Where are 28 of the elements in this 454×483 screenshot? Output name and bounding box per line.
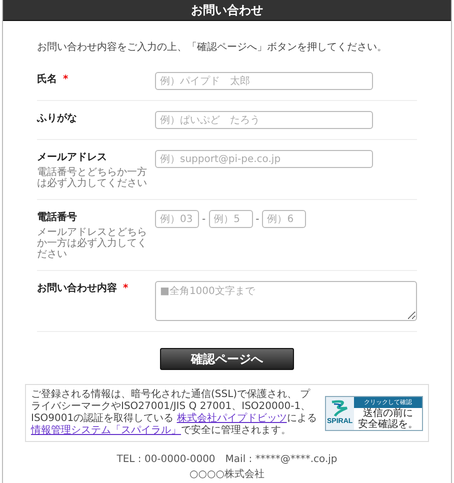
page-title: お問い合わせ	[3, 0, 451, 21]
security-notice-text: ご登録される情報は、暗号化された通信(SSL)で保護され、 プライバシーマークやISO27001/JIS Q 27001、ISO20000-1、ISO9001の認証を取得している 株式会社パイプドビッツによる 情報管理システム「スパイラル」で安全に管理されます。	[31, 389, 318, 437]
contact-info: TEL : 00-0000-0000 Mail : *****@****.co.jp	[116, 453, 338, 466]
phone-field[interactable]: 例）5	[208, 210, 253, 228]
required-mark: *	[123, 282, 128, 294]
dash-separator: -	[202, 214, 206, 224]
field-label: お問い合わせ内容	[37, 281, 117, 295]
badge-text: 送信の前に	[362, 408, 413, 418]
text-link[interactable]: 情報管理システム「スパイラル」	[31, 425, 181, 436]
text-field[interactable]: 例）ぱいぷど たろう	[155, 111, 373, 129]
text-field[interactable]: 例）パイプド 太郎	[155, 72, 373, 90]
badge-text: 安全確認を。	[358, 418, 418, 430]
field-label: メールアドレス	[37, 151, 107, 164]
instruction-text: お問い合わせ内容をご入力の上、「確認ページへ」ボタンを押してください。	[37, 40, 387, 54]
text-field[interactable]: 例）support@pi-pe.co.jp	[155, 150, 373, 168]
phone-field[interactable]: 例）03	[155, 210, 199, 228]
field-hint: メールアドレスとどちらか一方は必ず入力してください	[37, 227, 148, 260]
text-link[interactable]: 株式会社パイプドビッツ	[176, 413, 287, 424]
dash-separator: -	[256, 214, 260, 224]
field-hint: 電話番号とどちらか一方は必ず入力してください	[37, 167, 148, 189]
field-label: 電話番号	[37, 210, 77, 224]
confirm-button[interactable]: 確認ページへ	[160, 348, 294, 370]
message-field[interactable]: ■全角1000文字まで	[155, 281, 417, 321]
field-label: 氏名	[37, 72, 57, 86]
phone-field[interactable]: 例）6	[262, 210, 306, 228]
required-mark: *	[63, 74, 68, 84]
field-label: ふりがな	[37, 112, 77, 125]
company-name: ○○○○株式会社	[190, 468, 264, 481]
